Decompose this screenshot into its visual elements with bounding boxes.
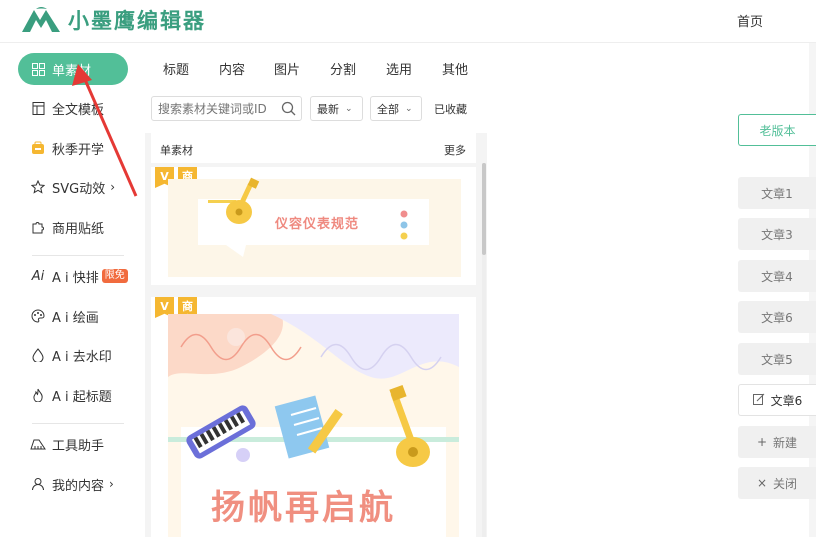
sidebar-item-autumn[interactable]: 秋季开学 <box>18 132 128 164</box>
top-bar: 小墨鹰编辑器 首页 <box>0 0 816 43</box>
search-input[interactable] <box>152 97 277 120</box>
logo[interactable]: 小墨鹰编辑器 <box>20 5 206 35</box>
sidebar-divider <box>32 255 124 256</box>
sidebar-item-ai-paint[interactable]: A i 绘画 <box>18 300 128 332</box>
list-header: 单素材 更多 <box>151 133 476 163</box>
tab-title[interactable]: 标题 <box>163 59 189 78</box>
eagle-logo-icon <box>22 7 60 32</box>
editor-area: 老版本 文章1 文章3 文章4 文章6 文章5 文章6 + 新建 × 关闭 <box>487 43 816 537</box>
star-icon <box>30 179 46 195</box>
sidebar-item-ai-layout[interactable]: Ai A i 快排 限免 <box>18 260 128 292</box>
logo-text: 小墨鹰编辑器 <box>68 9 206 33</box>
sidebar-item-svg[interactable]: SVG动效 › <box>18 171 128 203</box>
article-tab[interactable]: 文章6 <box>738 301 816 333</box>
sidebar-item-label: 我的内容 <box>52 478 105 494</box>
material-card[interactable]: V 商 仪容仪表规范 <box>151 167 476 285</box>
favorites-link[interactable]: 已收藏 <box>434 101 467 117</box>
edit-icon <box>752 393 765 408</box>
sidebar-item-full-template[interactable]: 全文模板 <box>18 92 128 124</box>
banner-text: 仪容仪表规范 <box>275 217 360 232</box>
poster-headline: 扬帆再启航 <box>211 488 396 528</box>
tab-other[interactable]: 其他 <box>442 59 468 78</box>
nav-home-link[interactable]: 首页 <box>737 11 763 30</box>
sidebar-item-label: 工具助手 <box>52 438 105 454</box>
new-article-button[interactable]: + 新建 <box>738 426 816 458</box>
scope-select-value: 全部 <box>377 102 399 116</box>
category-tabs: 标题 内容 图片 分割 选用 其他 <box>145 55 487 79</box>
article-tab-current[interactable]: 文章6 <box>738 384 816 416</box>
article-tab-label: 文章6 <box>770 393 803 408</box>
template-icon <box>30 100 46 116</box>
sidebar-item-single-material[interactable]: 单素材 <box>18 53 128 85</box>
material-card[interactable]: V 商 扬帆再启航 <box>151 297 476 537</box>
list-title: 单素材 <box>160 144 193 157</box>
more-link[interactable]: 更多 <box>444 142 466 158</box>
tab-image[interactable]: 图片 <box>274 59 300 78</box>
close-button[interactable]: × 关闭 <box>738 467 816 499</box>
tab-divider[interactable]: 分割 <box>330 59 356 78</box>
article-tab[interactable]: 文章1 <box>738 177 816 209</box>
sidebar-item-label: A i 快排 <box>52 270 99 286</box>
piano-icon <box>30 436 46 452</box>
free-badge: 限免 <box>101 269 128 283</box>
tab-content[interactable]: 内容 <box>219 59 245 78</box>
chevron-down-icon: ⌄ <box>405 103 413 114</box>
sidebar-item-ai-title[interactable]: A i 起标题 <box>18 379 128 411</box>
plus-icon: + <box>756 435 768 449</box>
sort-select-value: 最新 <box>317 102 339 116</box>
sidebar-item-label: 秋季开学 <box>52 142 105 158</box>
sidebar-divider <box>32 423 124 424</box>
close-icon: × <box>756 476 768 490</box>
material-panel: 标题 内容 图片 分割 选用 其他 最新 ⌄ 全部 ⌄ 已收藏 单素材 更多 V… <box>145 43 487 537</box>
ai-icon: Ai <box>31 268 45 284</box>
scope-select[interactable]: 全部 ⌄ <box>370 96 422 121</box>
sidebar-item-stickers[interactable]: 商用贴纸 <box>18 211 128 243</box>
old-version-button[interactable]: 老版本 <box>738 114 816 146</box>
sidebar-item-label: A i 绘画 <box>52 310 99 326</box>
sidebar-item-label: A i 去水印 <box>52 349 112 365</box>
sidebar-item-my-content[interactable]: 我的内容 › <box>18 468 128 500</box>
sidebar-item-label: 单素材 <box>52 63 92 79</box>
chevron-down-icon: ⌄ <box>345 103 353 114</box>
chevron-right-icon: › <box>110 180 116 194</box>
drop-icon <box>30 347 46 363</box>
new-article-label: 新建 <box>773 435 798 450</box>
sidebar-item-label: 全文模板 <box>52 102 105 118</box>
chevron-right-icon: › <box>109 477 114 491</box>
list-scrollbar-thumb[interactable] <box>482 163 486 255</box>
article-tab[interactable]: 文章5 <box>738 343 816 375</box>
sidebar-item-label: 商用贴纸 <box>52 221 105 237</box>
sidebar-item-label: A i 起标题 <box>52 389 112 405</box>
sidebar-item-label: SVG动效 <box>52 181 106 197</box>
sidebar-item-tools[interactable]: 工具助手 <box>18 428 128 460</box>
tab-select[interactable]: 选用 <box>386 59 412 78</box>
puzzle-icon <box>30 219 46 235</box>
article-tab[interactable]: 文章3 <box>738 218 816 250</box>
material-list: 单素材 更多 V 商 仪容仪表规范 V 商 扬帆再启航 <box>145 133 487 537</box>
sidebar-item-ai-watermark[interactable]: A i 去水印 <box>18 339 128 371</box>
article-tab[interactable]: 文章4 <box>738 260 816 292</box>
search-icon[interactable] <box>281 101 296 116</box>
sidebar: 单素材 全文模板 秋季开学 SVG动效 › 商用贴纸 Ai A i 快排 限免 <box>0 43 145 537</box>
palette-icon <box>30 308 46 324</box>
bag-icon <box>30 140 46 156</box>
close-label: 关闭 <box>773 476 798 491</box>
search-box <box>151 96 302 121</box>
fire-icon <box>30 387 46 403</box>
user-icon <box>30 476 46 492</box>
grid-icon <box>30 61 46 77</box>
sort-select[interactable]: 最新 ⌄ <box>310 96 363 121</box>
